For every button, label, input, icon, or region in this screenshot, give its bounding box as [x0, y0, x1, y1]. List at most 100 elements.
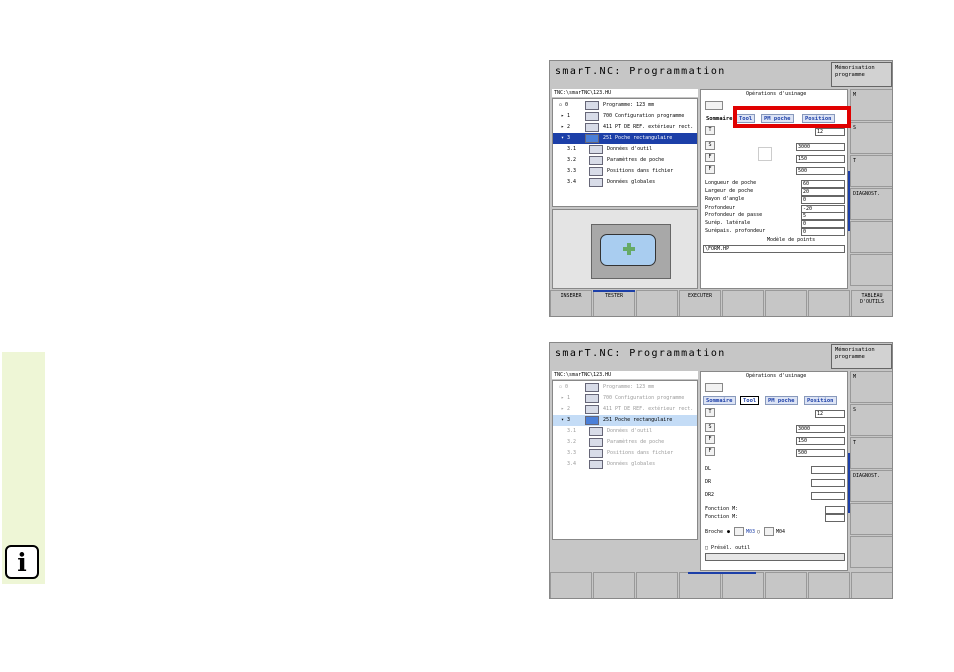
tool-icon: T	[705, 126, 715, 135]
screen-programming-2: smarT.NC: Programmation Mémorisation pro…	[549, 342, 893, 599]
tab-tool[interactable]: Tool	[740, 396, 760, 405]
file-path: TNC:\smarTNC\123.HU	[552, 371, 698, 379]
tree-item-positions[interactable]: 3.3 Positions dans fichier	[553, 448, 697, 459]
feed-field[interactable]: 150	[796, 155, 845, 163]
softkey-empty-5[interactable]	[850, 221, 892, 253]
softkey-1[interactable]	[550, 572, 592, 598]
tool-field[interactable]: 12	[815, 128, 845, 136]
softkey-t[interactable]: T	[850, 437, 892, 469]
softkey-4[interactable]	[679, 572, 721, 598]
tab-summary[interactable]: Sommaire	[703, 114, 736, 123]
tree-item-pocket-params[interactable]: 3.2 Paramètres de poche	[553, 437, 697, 448]
tree-item-pocket[interactable]: ▾ 3 251 Poche rectangulaire	[553, 133, 697, 144]
plunge-feed-field[interactable]: 500	[796, 449, 845, 457]
tree-item-ref-point[interactable]: ▸ 2 411 PT DE REF. extérieur rect.	[553, 122, 697, 133]
bottom-softkeys: INSERER TESTER EXECUTER TABLEAU D'OUTILS	[550, 290, 892, 316]
detail-form: Opérations d'usinage Sommaire Tool PM po…	[700, 371, 848, 571]
dr-label: DR	[705, 479, 712, 485]
tab-position[interactable]: Position	[804, 396, 837, 405]
machining-mode-icon	[705, 101, 723, 110]
pattern-label: Modèle de points	[767, 237, 816, 243]
softkey-executer[interactable]: EXECUTER	[679, 290, 721, 316]
tree-item-positions[interactable]: 3.3 Positions dans fichier	[553, 166, 697, 177]
softkey-tableau-outils[interactable]: TABLEAU D'OUTILS	[851, 290, 892, 316]
softkey-8[interactable]	[851, 572, 892, 598]
screen-programming-1: smarT.NC: Programmation Mémorisation pro…	[549, 60, 893, 317]
dr2-label: DR2	[705, 492, 715, 498]
spindle-speed-field[interactable]: 3000	[796, 143, 845, 151]
param-floor-allowance-field[interactable]: 0	[801, 228, 845, 236]
plunge-feed-icon: F	[705, 165, 715, 174]
tree-item-pocket-params[interactable]: 3.2 Paramètres de poche	[553, 155, 697, 166]
pattern-file-field[interactable]: \FORM.HP	[703, 245, 845, 253]
softkey-empty-6[interactable]	[722, 290, 764, 316]
softkey-s[interactable]: S	[850, 122, 892, 154]
tree-item-config[interactable]: ▸ 1 700 Configuration programme	[553, 111, 697, 122]
softkey-diagnost[interactable]: DIAGNOST.	[850, 470, 892, 502]
param-label: Surépais. profondeur	[705, 228, 766, 234]
m03-radio[interactable]: ●	[727, 528, 730, 536]
right-softkeys: M S T DIAGNOST.	[850, 371, 892, 571]
mode-label: Mémorisation programme	[831, 62, 892, 87]
tree-item-ref-point[interactable]: ▸ 2 411 PT DE REF. extérieur rect.	[553, 404, 697, 415]
param-label: Surép. latérale	[705, 220, 751, 226]
softkey-3[interactable]	[636, 572, 678, 598]
param-side-allowance-field[interactable]: 0	[801, 220, 845, 228]
info-icon: i	[5, 545, 39, 579]
tree-item-global-data[interactable]: 3.4 Données globales	[553, 177, 697, 188]
softkey-s[interactable]: S	[850, 404, 892, 436]
plunge-feed-field[interactable]: 500	[796, 167, 845, 175]
dl-field[interactable]	[811, 466, 845, 474]
presel-field[interactable]	[705, 553, 845, 561]
tree-item-program[interactable]: ▫ 0 Programme: 123 mm	[553, 100, 697, 111]
scroll-indicator	[848, 171, 850, 231]
param-label: Largeur de poche	[705, 188, 754, 194]
softkey-empty-6[interactable]	[850, 254, 892, 286]
softkey-2[interactable]	[593, 572, 635, 598]
softkey-empty-3[interactable]	[636, 290, 678, 316]
tree-item-config[interactable]: ▸ 1 700 Configuration programme	[553, 393, 697, 404]
softkey-inserer[interactable]: INSERER	[550, 290, 592, 316]
tool-icon: T	[705, 408, 715, 417]
tab-summary[interactable]: Sommaire	[703, 396, 736, 405]
softkey-tester[interactable]: TESTER	[593, 290, 635, 316]
tree-item-global-data[interactable]: 3.4 Données globales	[553, 459, 697, 470]
spindle-speed-field[interactable]: 3000	[796, 425, 845, 433]
softkey-6[interactable]	[765, 572, 807, 598]
softkey-5[interactable]	[722, 572, 764, 598]
tree-item-tool-data[interactable]: 3.1 Données d'outil	[553, 144, 697, 155]
tool-field[interactable]: 12	[815, 410, 845, 418]
tab-pocket-params[interactable]: PM poche	[765, 396, 798, 405]
tab-bar: Sommaire Tool PM poche Position	[701, 396, 847, 405]
softkey-m[interactable]: M	[850, 89, 892, 121]
softkey-empty-8[interactable]	[808, 290, 850, 316]
dr-field[interactable]	[811, 479, 845, 487]
scroll-indicator	[848, 453, 850, 513]
active-softkey-bar	[688, 572, 756, 574]
m04-radio[interactable]: ○	[757, 528, 760, 536]
param-radius-field[interactable]: 0	[801, 196, 845, 204]
param-length-field[interactable]: 60	[801, 180, 845, 188]
presel-checkbox-label[interactable]: □ Présél. outil	[705, 544, 750, 552]
active-softkey-bar	[593, 290, 635, 292]
param-label: Longueur de poche	[705, 180, 757, 186]
fonction-m2-field[interactable]	[825, 514, 845, 522]
tree-item-tool-data[interactable]: 3.1 Données d'outil	[553, 426, 697, 437]
tree-item-pocket[interactable]: ▾ 3 251 Poche rectangulaire	[553, 415, 697, 426]
softkey-m[interactable]: M	[850, 371, 892, 403]
operations-header: Opérations d'usinage	[746, 373, 807, 379]
softkey-empty-7[interactable]	[765, 290, 807, 316]
dr2-field[interactable]	[811, 492, 845, 500]
feed-icon: F	[705, 153, 715, 162]
param-width-field[interactable]: 20	[801, 188, 845, 196]
feed-field[interactable]: 150	[796, 437, 845, 445]
tree-item-program[interactable]: ▫ 0 Programme: 123 mm	[553, 382, 697, 393]
mode-label: Mémorisation programme	[831, 344, 892, 369]
softkey-empty-5[interactable]	[850, 503, 892, 535]
softkey-empty-6[interactable]	[850, 536, 892, 568]
fonction-m1-field[interactable]	[825, 506, 845, 514]
softkey-t[interactable]: T	[850, 155, 892, 187]
param-plunge-depth-field[interactable]: 5	[801, 212, 845, 220]
softkey-7[interactable]	[808, 572, 850, 598]
softkey-diagnost[interactable]: DIAGNOST.	[850, 188, 892, 220]
